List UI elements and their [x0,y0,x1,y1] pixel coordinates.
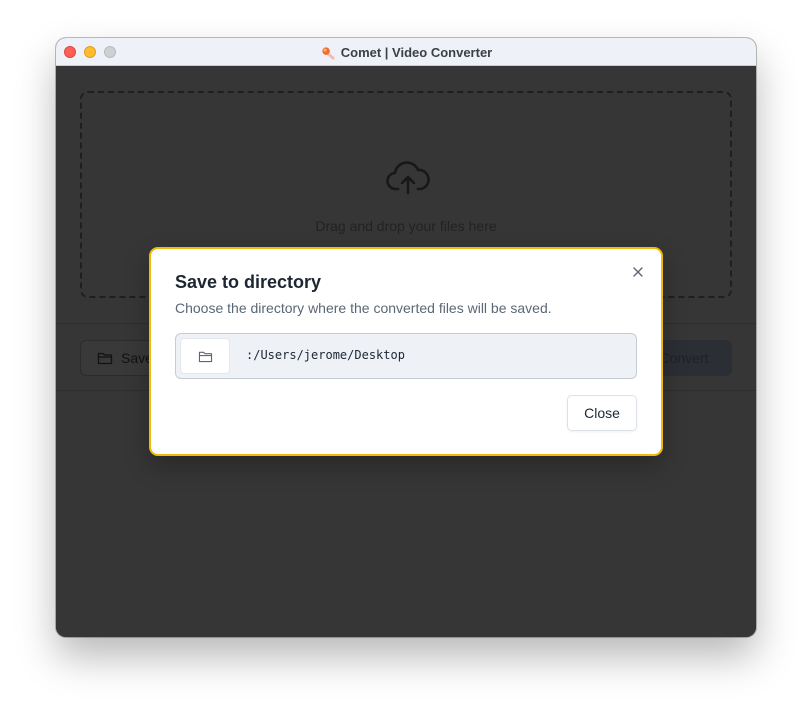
dialog-title: Save to directory [175,272,322,292]
choose-folder-button[interactable] [180,338,230,374]
directory-path: :/Users/jerome/Desktop [246,348,405,362]
window-title-group: Comet | Video Converter [56,38,756,66]
folder-icon [97,352,113,365]
title-bar[interactable]: Comet | Video Converter [56,38,756,66]
close-button-label: Close [584,405,620,421]
close-button[interactable]: Close [567,395,637,431]
folder-icon [198,351,212,362]
close-icon[interactable] [631,265,645,279]
comet-app-icon [322,46,335,60]
dropzone-text: Drag and drop your files here [315,218,497,234]
convert-button-label: Convert [659,350,709,366]
save-directory-dialog: Save to directory Choose the directory w… [149,247,663,456]
dialog-description: Choose the directory where the converted… [175,300,552,316]
cloud-upload-icon [386,161,430,195]
directory-field: :/Users/jerome/Desktop [175,333,637,379]
window-title: Comet | Video Converter [340,44,493,60]
